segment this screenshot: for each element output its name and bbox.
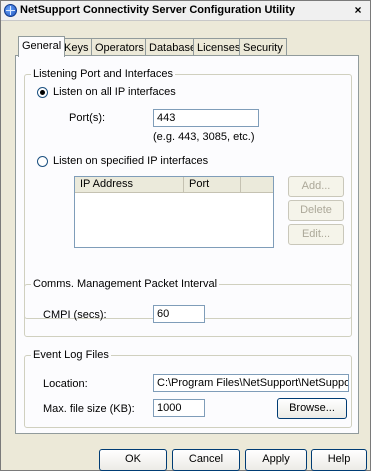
cmpi-label: CMPI (secs):: [43, 309, 107, 321]
cancel-button[interactable]: Cancel: [172, 449, 240, 471]
window-title: NetSupport Connectivity Server Configura…: [20, 4, 296, 16]
tab-general[interactable]: General: [18, 36, 66, 57]
delete-button[interactable]: Delete: [288, 200, 344, 221]
ip-interface-list[interactable]: IP Address Port: [74, 176, 274, 248]
edit-button[interactable]: Edit...: [288, 224, 344, 245]
ports-hint: (e.g. 443, 3085, etc.): [153, 131, 255, 143]
eventlog-group: Event Log Files Location: C:\Program Fil…: [24, 349, 352, 428]
listen-specified-radio[interactable]: [37, 156, 48, 167]
browse-button[interactable]: Browse...: [277, 398, 347, 419]
column-ip-address[interactable]: IP Address: [75, 177, 184, 193]
maxsize-input[interactable]: 1000: [153, 399, 205, 417]
maxsize-label: Max. file size (KB):: [43, 403, 135, 415]
tab-licenses[interactable]: Licenses: [193, 38, 245, 56]
column-filler: [241, 177, 273, 193]
tab-database[interactable]: Database: [145, 38, 201, 56]
globe-icon: [4, 4, 17, 17]
cmpi-group: Comms. Management Packet Interval CMPI (…: [24, 278, 352, 337]
listening-group-label: Listening Port and Interfaces: [31, 68, 176, 80]
close-button[interactable]: ×: [351, 3, 365, 18]
listen-all-radio[interactable]: [37, 87, 48, 98]
title-bar[interactable]: NetSupport Connectivity Server Configura…: [1, 1, 370, 21]
cmpi-group-label: Comms. Management Packet Interval: [31, 278, 220, 290]
cmpi-input[interactable]: 60: [153, 305, 205, 323]
apply-button[interactable]: Apply: [245, 449, 307, 471]
ports-label: Port(s):: [69, 112, 106, 124]
location-label: Location:: [43, 378, 88, 390]
help-button[interactable]: Help: [311, 449, 367, 471]
ports-input[interactable]: 443: [153, 109, 259, 127]
tab-operators[interactable]: Operators: [91, 38, 148, 56]
column-port[interactable]: Port: [184, 177, 241, 193]
eventlog-group-label: Event Log Files: [31, 349, 111, 361]
config-window: NetSupport Connectivity Server Configura…: [0, 0, 371, 471]
general-tab-panel: Listening Port and Interfaces Listen on …: [15, 55, 359, 434]
ok-button[interactable]: OK: [99, 449, 167, 471]
add-button[interactable]: Add...: [288, 176, 344, 197]
tab-security[interactable]: Security: [239, 38, 287, 56]
listen-specified-label[interactable]: Listen on specified IP interfaces: [53, 155, 208, 167]
listen-all-label[interactable]: Listen on all IP interfaces: [53, 86, 176, 98]
location-input[interactable]: C:\Program Files\NetSupport\NetSupport S…: [153, 374, 349, 392]
